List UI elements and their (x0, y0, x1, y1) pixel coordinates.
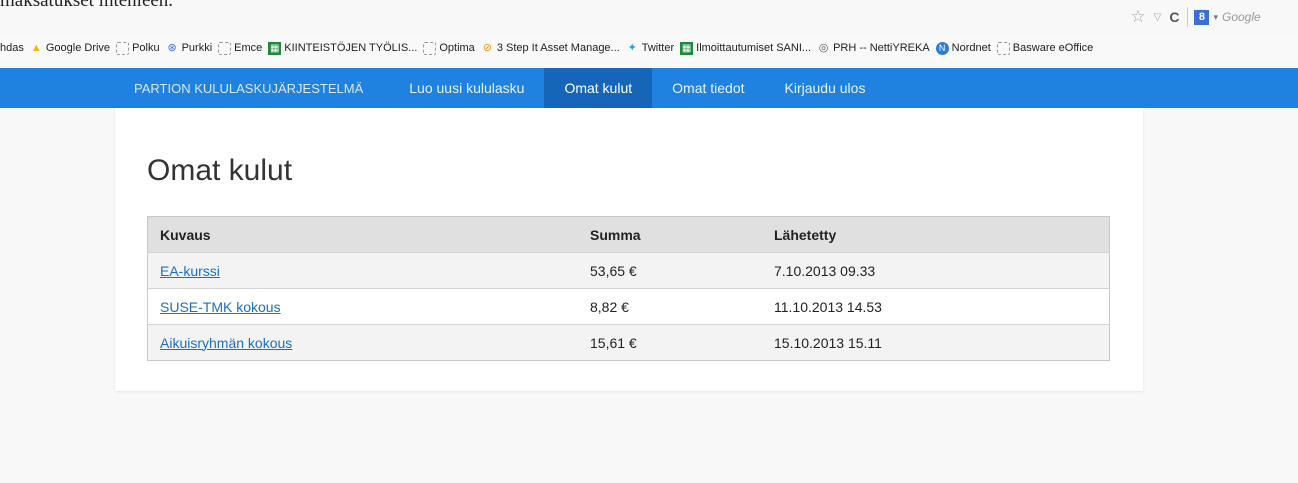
expense-link[interactable]: SUSE-TMK kokous (160, 299, 281, 315)
expense-link[interactable]: Aikuisryhmän kokous (160, 335, 292, 351)
table-header-row: Kuvaus Summa Lähetetty (147, 216, 1110, 253)
cell-kuvaus: EA-kurssi (147, 252, 578, 289)
browser-toolbar: ☆ ▽ C 8 ▾ Google (1038, 0, 1298, 34)
bookmark-item[interactable]: ▦ KIINTEISTÖJEN TYÖLIS... (268, 41, 417, 55)
sheet-icon: ▦ (268, 41, 282, 55)
bookmark-item[interactable]: ▲ Google Drive (30, 42, 110, 55)
bookmark-item[interactable]: ◎ PRH -- NettiYREKA (817, 42, 930, 55)
search-input[interactable]: Google (1222, 10, 1292, 24)
page-icon (218, 41, 232, 55)
brand-link[interactable]: PARTION KULULASKUJÄRJESTELMÄ (116, 68, 389, 108)
purkki-icon: ⊛ (167, 41, 177, 54)
bookmark-item[interactable]: hdas (0, 42, 24, 54)
search-box[interactable]: 8 ▾ Google (1187, 7, 1292, 27)
page-icon (423, 41, 437, 55)
cell-lahetetty: 15.10.2013 15.11 (762, 324, 1110, 361)
bookmarks-bar: hdas ▲ Google Drive Polku ⊛ Purkki Emce ▦ K… (0, 36, 1298, 60)
bookmark-item[interactable]: ⊘ 3 Step It Asset Manage... (481, 42, 620, 55)
bookmark-item[interactable]: Polku (116, 41, 160, 55)
cell-lahetetty: 11.10.2013 14.53 (762, 288, 1110, 325)
bookmark-item[interactable]: N Nordnet (935, 41, 991, 55)
table-row: EA-kurssi 53,65 € 7.10.2013 09.33 (147, 252, 1110, 289)
navbar: PARTION KULULASKUJÄRJESTELMÄ Luo uusi ku… (0, 68, 1298, 108)
cell-summa: 8,82 € (578, 288, 762, 325)
header-summa: Summa (578, 216, 762, 253)
reload-icon[interactable]: C (1169, 9, 1179, 25)
bookmark-item[interactable]: ▦ Ilmoittautumiset SANI... (680, 41, 811, 55)
bookmark-item[interactable]: Optima (423, 41, 475, 55)
cell-kuvaus: SUSE-TMK kokous (147, 288, 578, 325)
page-title: Omat kulut (147, 154, 293, 187)
nav-my-info[interactable]: Omat tiedot (652, 68, 764, 108)
cell-lahetetty: 7.10.2013 09.33 (762, 252, 1110, 289)
bookmark-item[interactable]: ✦ Twitter (626, 41, 675, 55)
top-cut-text: maksatukset ihtenleen. (0, 0, 174, 11)
nordnet-icon: N (935, 41, 949, 55)
optima-icon: ⊘ (482, 41, 492, 54)
bookmark-item[interactable]: ⊛ Purkki (166, 41, 212, 55)
expense-link[interactable]: EA-kurssi (160, 263, 220, 279)
expenses-table: Kuvaus Summa Lähetetty EA-kurssi 53,65 €… (147, 216, 1110, 361)
page-icon (116, 41, 130, 55)
bookmark-item[interactable]: Basware eOffice (996, 41, 1093, 55)
drive-icon: ▲ (30, 41, 42, 54)
cell-summa: 53,65 € (578, 252, 762, 289)
star-icon[interactable]: ☆ (1130, 7, 1145, 27)
table-row: Aikuisryhmän kokous 15,61 € 15.10.2013 1… (147, 324, 1110, 361)
sheet-icon: ▦ (680, 41, 694, 55)
cell-summa: 15,61 € (578, 324, 762, 361)
content-panel: Omat kulut Kuvaus Summa Lähetetty EA-kur… (115, 108, 1143, 391)
header-lahetetty: Lähetetty (762, 216, 1110, 253)
twitter-icon: ✦ (627, 41, 637, 54)
table-row: SUSE-TMK kokous 8,82 € 11.10.2013 14.53 (147, 288, 1110, 325)
google-plus-icon[interactable]: 8 (1194, 9, 1210, 25)
bookmark-item[interactable]: Emce (218, 41, 262, 55)
header-kuvaus: Kuvaus (147, 216, 578, 253)
prh-icon: ◎ (818, 41, 829, 54)
cell-kuvaus: Aikuisryhmän kokous (147, 324, 578, 361)
nav-logout[interactable]: Kirjaudu ulos (765, 68, 886, 108)
nav-new-expense[interactable]: Luo uusi kululasku (389, 68, 544, 108)
page-icon (996, 41, 1010, 55)
search-engine-dropdown-icon[interactable]: ▾ (1213, 12, 1218, 23)
dropdown-icon[interactable]: ▽ (1154, 12, 1162, 23)
nav-my-expenses[interactable]: Omat kulut (544, 68, 653, 108)
